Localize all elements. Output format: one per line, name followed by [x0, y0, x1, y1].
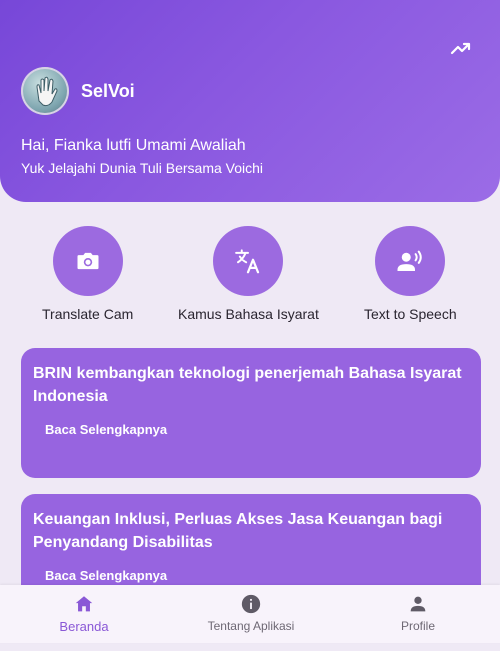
- nav-label: Beranda: [59, 619, 109, 634]
- feature-translate-cam[interactable]: Translate Cam: [42, 226, 133, 322]
- news-title: BRIN kembangkan teknologi penerjemah Bah…: [33, 365, 462, 405]
- bottom-navigation: Beranda Tentang Aplikasi Profile: [0, 585, 500, 643]
- avatar[interactable]: [21, 67, 69, 115]
- greeting-text: Hai, Fianka lutfi Umami Awaliah: [21, 137, 246, 154]
- read-more-link[interactable]: Baca Selengkapnya: [33, 568, 167, 583]
- subtitle-text: Yuk Jelajahi Dunia Tuli Bersama Voichi: [21, 160, 264, 176]
- feature-button[interactable]: [52, 226, 123, 296]
- feature-button[interactable]: [213, 226, 284, 296]
- hand-logo-icon: [36, 76, 58, 107]
- news-card[interactable]: BRIN kembangkan teknologi penerjemah Bah…: [21, 348, 481, 478]
- nav-item-beranda[interactable]: Beranda: [44, 593, 124, 651]
- news-title: Keuangan Inklusi, Perluas Akses Jasa Keu…: [33, 511, 443, 551]
- feature-kamus-bahasa-isyarat[interactable]: Kamus Bahasa Isyarat: [178, 226, 319, 322]
- nav-item-profile[interactable]: Profile: [378, 593, 458, 651]
- app-name: SelVoi: [81, 81, 135, 101]
- person-icon: [410, 596, 426, 612]
- trending-icon[interactable]: [448, 36, 474, 60]
- nav-label: Tentang Aplikasi: [207, 619, 295, 633]
- read-more-link[interactable]: Baca Selengkapnya: [33, 422, 167, 437]
- camera-icon: [77, 252, 99, 270]
- voice-icon: [397, 250, 423, 271]
- header: SelVoi Hai, Fianka lutfi Umami Awaliah Y…: [0, 0, 500, 202]
- feature-label: Kamus Bahasa Isyarat: [178, 306, 319, 322]
- info-icon: [241, 594, 261, 614]
- translate-icon: [235, 249, 260, 274]
- feature-label: Text to Speech: [364, 306, 457, 322]
- feature-button[interactable]: [375, 226, 446, 296]
- nav-item-tentang-aplikasi[interactable]: Tentang Aplikasi: [196, 593, 306, 651]
- feature-label: Translate Cam: [42, 306, 134, 322]
- feature-text-to-speech[interactable]: Text to Speech: [364, 226, 457, 322]
- nav-label: Profile: [400, 619, 435, 633]
- home-icon: [75, 596, 93, 612]
